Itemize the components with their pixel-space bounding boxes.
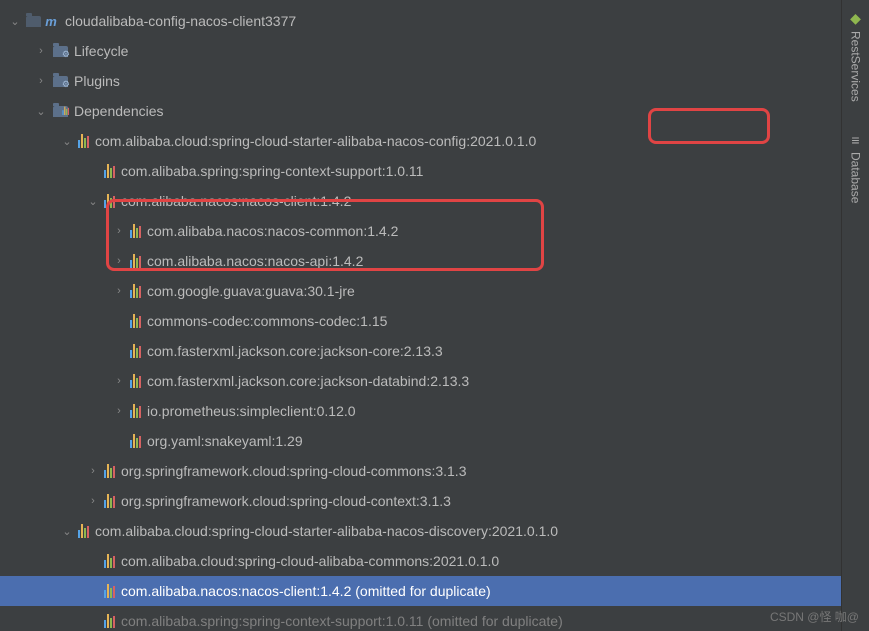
tree-node-label: org.springframework.cloud:spring-cloud-c… [121,463,466,479]
folder-dependencies-icon [52,104,68,118]
tree-row[interactable]: › io.prometheus:simpleclient:0.12.0 [0,396,841,426]
library-icon [104,614,115,628]
tree-row[interactable]: ⌄ com.alibaba.cloud:spring-cloud-starter-… [0,126,841,156]
chevron-down-icon[interactable]: ⌄ [60,134,74,148]
tree-row[interactable]: ›org.yaml:snakeyaml:1.29 [0,426,841,456]
tree-node-label: Dependencies [74,103,164,119]
tree-row[interactable]: ›commons-codec:commons-codec:1.15 [0,306,841,336]
library-icon [130,434,141,448]
chevron-right-icon[interactable]: › [112,224,126,238]
tab-rest-label: RestServices [849,31,863,102]
library-icon [130,224,141,238]
library-icon [130,254,141,268]
tree-row[interactable]: ⌄ m cloudalibaba-config-nacos-client3377 [0,6,841,36]
tree-row[interactable]: ›com.alibaba.cloud:spring-cloud-alibaba-… [0,546,841,576]
tree-node-label: Plugins [74,73,120,89]
tree-row[interactable]: › org.springframework.cloud:spring-cloud-… [0,486,841,516]
library-icon [104,164,115,178]
watermark: CSDN @怪 咖@ [770,608,859,625]
chevron-right-icon[interactable]: › [112,374,126,388]
tree-row[interactable]: ›com.fasterxml.jackson.core:jackson-core… [0,336,841,366]
library-icon [130,404,141,418]
tab-rest-services[interactable]: ◆ RestServices [849,10,863,102]
library-icon [78,134,89,148]
tree-row[interactable]: › ⚙ Plugins [0,66,841,96]
chevron-right-icon[interactable]: › [86,494,100,508]
library-icon [104,584,115,598]
chevron-down-icon[interactable]: ⌄ [8,14,22,28]
tree-row[interactable]: › com.fasterxml.jackson.core:jackson-data… [0,366,841,396]
library-icon [104,464,115,478]
library-icon [130,314,141,328]
tree-row[interactable]: › com.alibaba.nacos:nacos-common:1.4.2 [0,216,841,246]
library-icon [104,194,115,208]
tree-container: ⌄ m cloudalibaba-config-nacos-client3377 › ⚙… [0,6,841,631]
library-icon [104,494,115,508]
folder-gear-icon: ⚙ [52,44,68,58]
tree-row[interactable]: ⌄ com.alibaba.nacos:nacos-client:1.4.2 [0,186,841,216]
tree-node-label: com.fasterxml.jackson.core:jackson-datab… [147,373,469,389]
tree-node-label: com.alibaba.spring:spring-context-suppor… [121,163,423,179]
library-icon [130,284,141,298]
chevron-down-icon[interactable]: ⌄ [34,104,48,118]
chevron-right-icon[interactable]: › [34,44,48,58]
tree-row[interactable]: › com.alibaba.nacos:nacos-api:1.4.2 [0,246,841,276]
tree-row[interactable]: ›com.alibaba.spring:spring-context-suppo… [0,606,841,631]
library-icon [104,554,115,568]
maven-module-icon: m [26,13,59,29]
chevron-right-icon[interactable]: › [112,404,126,418]
folder-gear-icon: ⚙ [52,74,68,88]
rest-icon: ◆ [850,10,861,27]
tree-node-label: org.springframework.cloud:spring-cloud-c… [121,493,451,509]
tree-row[interactable]: › com.google.guava:guava:30.1-jre [0,276,841,306]
library-icon [130,374,141,388]
database-icon: ≡ [851,132,859,148]
tree-node-label: com.alibaba.cloud:spring-cloud-starter-a… [95,133,536,149]
tree-node-label: io.prometheus:simpleclient:0.12.0 [147,403,356,419]
chevron-down-icon[interactable]: ⌄ [86,194,100,208]
tab-database-label: Database [849,152,863,203]
tree-node-label: Lifecycle [74,43,128,59]
chevron-down-icon[interactable]: ⌄ [60,524,74,538]
right-tool-window-bar: ◆ RestServices ≡ Database [841,0,869,631]
tree-row[interactable]: ›com.alibaba.spring:spring-context-suppo… [0,156,841,186]
chevron-right-icon[interactable]: › [86,464,100,478]
library-icon [130,344,141,358]
tree-node-label: com.alibaba.nacos:nacos-client:1.4.2 (om… [121,583,491,599]
tree-node-label: com.alibaba.nacos:nacos-common:1.4.2 [147,223,398,239]
tree-row[interactable]: › org.springframework.cloud:spring-cloud-… [0,456,841,486]
tree-node-label: cloudalibaba-config-nacos-client3377 [65,13,296,29]
tree-node-label: com.alibaba.nacos:nacos-api:1.4.2 [147,253,363,269]
tree-node-label: com.fasterxml.jackson.core:jackson-core:… [147,343,443,359]
tree-node-label: commons-codec:commons-codec:1.15 [147,313,387,329]
chevron-right-icon[interactable]: › [112,254,126,268]
dependency-tree-panel: ⌄ m cloudalibaba-config-nacos-client3377 › ⚙… [0,0,841,631]
tree-row[interactable]: ›com.alibaba.nacos:nacos-client:1.4.2 (o… [0,576,841,606]
tree-node-label: com.alibaba.nacos:nacos-client:1.4.2 [121,193,351,209]
chevron-right-icon[interactable]: › [112,284,126,298]
chevron-right-icon[interactable]: › [34,74,48,88]
tree-node-label: com.alibaba.spring:spring-context-suppor… [121,613,563,629]
library-icon [78,524,89,538]
tree-row[interactable]: › ⚙ Lifecycle [0,36,841,66]
tree-node-label: com.alibaba.cloud:spring-cloud-starter-a… [95,523,558,539]
tab-database[interactable]: ≡ Database [849,132,863,203]
tree-row[interactable]: ⌄ Dependencies [0,96,841,126]
tree-node-label: org.yaml:snakeyaml:1.29 [147,433,303,449]
tree-row[interactable]: ⌄ com.alibaba.cloud:spring-cloud-starter-… [0,516,841,546]
tree-node-label: com.google.guava:guava:30.1-jre [147,283,355,299]
tree-node-label: com.alibaba.cloud:spring-cloud-alibaba-c… [121,553,499,569]
